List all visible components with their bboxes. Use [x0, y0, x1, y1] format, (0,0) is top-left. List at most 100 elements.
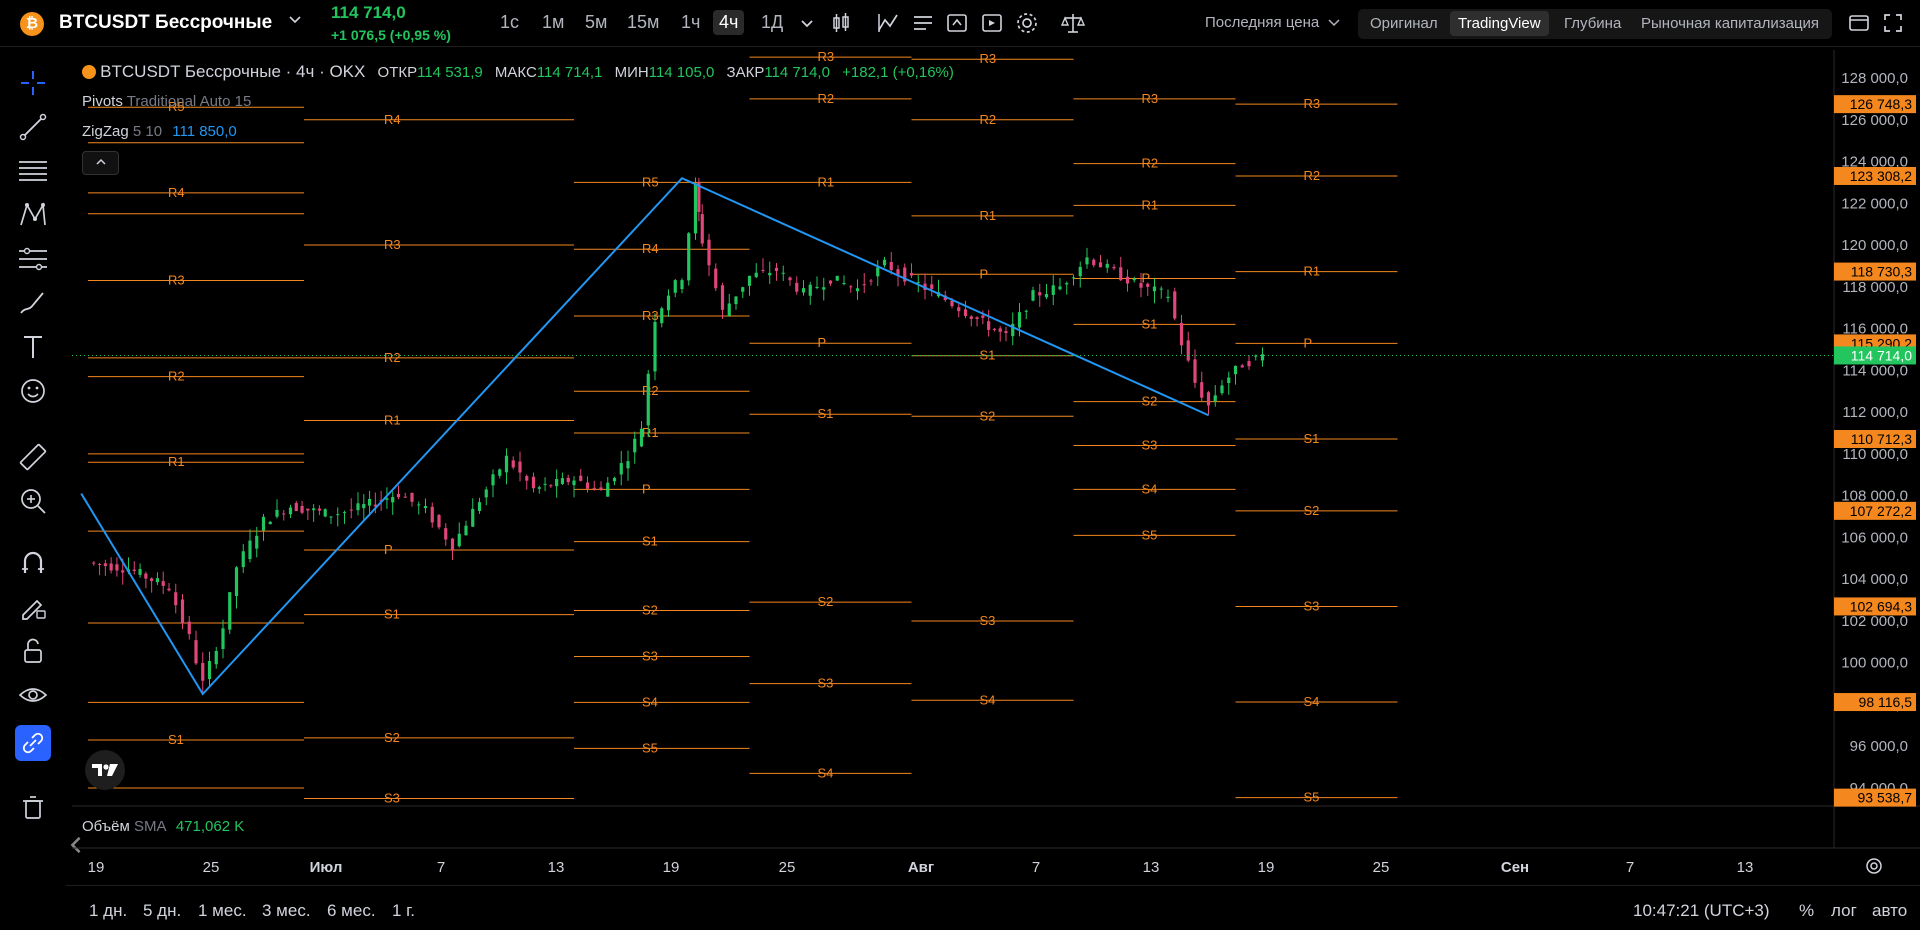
time-tick-label: Авг	[908, 859, 934, 876]
collapse-legend-button[interactable]	[82, 151, 119, 175]
candle-body	[707, 239, 711, 266]
price-tick-label: 118 000,0	[1842, 279, 1908, 296]
candle-body	[1125, 276, 1130, 284]
candle-body	[626, 461, 630, 469]
pivot-level-label: S3	[384, 790, 400, 805]
candle-body	[349, 509, 353, 511]
zigzag-legend[interactable]: ZigZag 5 10 111 850,0	[82, 123, 237, 140]
pivot-level-label: S2	[818, 594, 834, 609]
candle-body	[808, 284, 812, 296]
pivot-level-label: S3	[818, 676, 834, 691]
price-badge-label: 118 730,3	[1851, 264, 1912, 280]
price-chart[interactable]: R5R4R3R2R1S1R4R3R2R1PS1S2S3R5R4R3R2R1PS1…	[0, 0, 1920, 929]
price-tick-label: 120 000,0	[1841, 237, 1908, 254]
candle-body	[367, 498, 372, 506]
candle-body	[774, 267, 779, 272]
pivots-name: Pivots	[82, 93, 123, 110]
candle-body	[336, 514, 340, 516]
candle-body	[889, 262, 893, 271]
candle-body	[531, 476, 536, 489]
candle-body	[916, 282, 920, 284]
candle-body	[261, 516, 266, 531]
candle-body	[592, 487, 596, 489]
candle-body	[403, 496, 407, 498]
candle-body	[1071, 277, 1076, 279]
candle-body	[174, 592, 178, 606]
candle-body	[1220, 385, 1224, 394]
time-axis: 19 25 Июл 7 13 19 25 Авг 7 13 19 25 Сен 7 13	[88, 859, 1754, 876]
price-tick-label: 114 000,0	[1842, 362, 1908, 379]
candle-body	[167, 588, 171, 591]
candle-body	[1031, 290, 1035, 301]
time-tick-label: 13	[1737, 859, 1754, 876]
time-axis-settings-icon[interactable]	[1864, 856, 1884, 876]
clock-timezone[interactable]: 10:47:21 (UTC+3)	[1633, 901, 1770, 921]
period-1m[interactable]: 1 мес.	[198, 901, 247, 921]
candle-body	[329, 516, 333, 518]
period-1y[interactable]: 1 г.	[392, 901, 415, 921]
candle-body	[842, 283, 846, 285]
low-label: МИН	[614, 64, 649, 81]
time-tick-label: 25	[203, 859, 220, 876]
candle-body	[1166, 296, 1170, 299]
legend-title: BTCUSDT Бессрочные · 4ч · OKX	[100, 62, 366, 81]
candle-body	[342, 512, 347, 514]
pivot-level-label: R1	[980, 208, 997, 223]
period-5d[interactable]: 5 дн.	[143, 901, 181, 921]
candle-body	[572, 480, 576, 486]
period-3m[interactable]: 3 мес.	[262, 901, 311, 921]
candle-body	[450, 538, 455, 551]
candle-body	[150, 578, 154, 582]
volume-legend[interactable]: Объём SMA 471,062 K	[82, 818, 244, 835]
candle-body	[228, 592, 232, 630]
candle-body	[144, 573, 148, 579]
candle-body	[437, 515, 441, 528]
zigzag-value: 111 850,0	[172, 123, 237, 140]
candle-body	[741, 287, 745, 292]
candle-body	[306, 508, 310, 511]
candle-body	[525, 476, 529, 481]
pivot-level-label: R2	[980, 112, 997, 127]
candle-body	[747, 275, 752, 286]
candle-body	[1085, 257, 1089, 265]
candle-body	[693, 183, 698, 234]
pivot-level-label: R2	[642, 383, 659, 398]
price-tick-label: 128 000,0	[1841, 70, 1908, 87]
time-tick-label: 19	[1258, 859, 1275, 876]
percent-scale-toggle[interactable]: %	[1799, 901, 1814, 921]
candle-body	[1112, 266, 1116, 269]
zigzag-line	[72, 177, 1834, 696]
candle-body	[484, 489, 488, 498]
pivot-level-label: S4	[642, 694, 658, 709]
time-tick-label: 19	[88, 859, 105, 876]
pivot-level-label: P	[818, 335, 827, 350]
candle-body	[423, 506, 428, 509]
candle-body	[998, 328, 1002, 332]
candle-body	[1146, 283, 1150, 287]
price-badge-label: 126 748,3	[1850, 96, 1912, 112]
price-badge-label: 98 116,5	[1859, 694, 1913, 710]
pivot-level-label: R3	[1304, 96, 1321, 111]
candle-body	[103, 563, 107, 567]
pivots-legend[interactable]: Pivots Traditional Auto 15	[82, 93, 251, 110]
period-6m[interactable]: 6 мес.	[327, 901, 376, 921]
pivot-level-label: S2	[980, 408, 996, 423]
candle-body	[1038, 292, 1042, 296]
candle-body	[1193, 359, 1197, 383]
pivot-level-label: S3	[1142, 438, 1158, 453]
candle-body	[555, 479, 559, 487]
candle-body	[653, 321, 657, 372]
candle-body	[1227, 377, 1231, 383]
candle-body	[768, 272, 772, 276]
log-scale-toggle[interactable]: лог	[1831, 901, 1857, 921]
price-axis: 94 000,096 000,098 000,0100 000,0102 000…	[1834, 70, 1916, 807]
auto-scale-toggle[interactable]: авто	[1872, 901, 1907, 921]
candle-body	[248, 540, 252, 560]
candle-body	[396, 493, 401, 498]
tradingview-logo[interactable]	[85, 750, 125, 790]
candle-body	[214, 650, 218, 665]
period-1d[interactable]: 1 дн.	[89, 901, 127, 921]
time-tick-label: Сен	[1501, 859, 1529, 876]
pivot-level-label: S4	[980, 692, 996, 707]
volume-ma: SMA	[133, 818, 166, 835]
